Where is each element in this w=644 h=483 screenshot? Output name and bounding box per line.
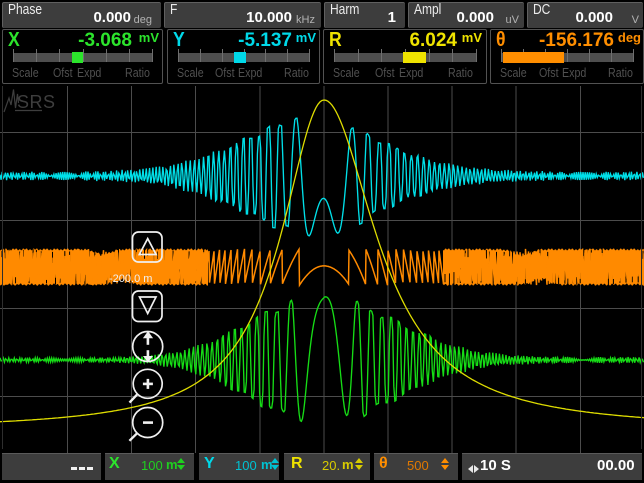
svg-text:SRS: SRS — [17, 92, 56, 112]
svg-text:-200.0 m: -200.0 m — [109, 273, 152, 285]
